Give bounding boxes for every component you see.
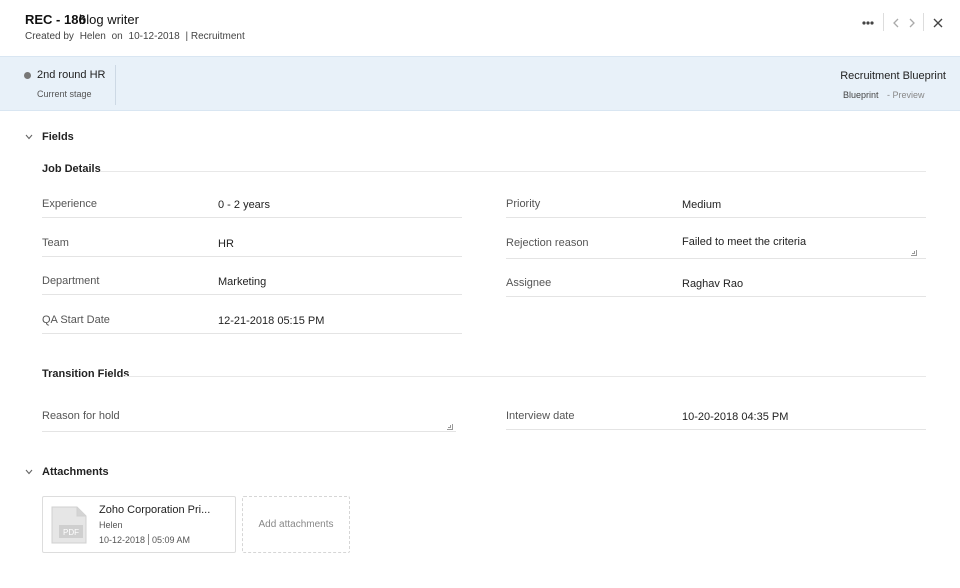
attachments-section-title: Attachments (42, 466, 109, 478)
field-underline (42, 431, 456, 432)
transition-fields-title: Transition Fields (42, 368, 130, 380)
attachment-name[interactable]: Zoho Corporation Pri... (99, 504, 210, 516)
record-title: blog writer (79, 12, 139, 27)
header-divider (923, 13, 924, 31)
experience-value[interactable]: 0 - 2 years (218, 199, 270, 211)
job-details-title: Job Details (42, 163, 101, 175)
field-underline (506, 258, 926, 259)
transition-fields-divider (124, 376, 926, 377)
stage-divider (115, 65, 116, 105)
team-value[interactable]: HR (218, 238, 234, 250)
next-record-button[interactable] (903, 14, 921, 32)
stage-status-dot (24, 72, 31, 79)
fields-collapse-toggle[interactable] (24, 132, 34, 142)
field-underline (506, 296, 926, 297)
record-meta: Created by Helen on 10-12-2018 | Recruit… (25, 31, 248, 42)
chevron-right-icon (909, 18, 915, 28)
pdf-type-label: PDF (63, 528, 79, 537)
chevron-down-icon (25, 469, 33, 475)
created-on-date: 10-12-2018 (128, 31, 180, 42)
job-details-divider (100, 171, 926, 172)
current-stage-caption: Current stage (37, 89, 92, 99)
chevron-down-icon (25, 134, 33, 140)
resize-handle-icon[interactable] (447, 424, 453, 430)
field-underline (42, 333, 462, 334)
module-name: | Recruitment (185, 31, 245, 42)
qa-start-date-label: QA Start Date (42, 314, 110, 326)
team-label: Team (42, 237, 69, 249)
rejection-reason-textarea[interactable]: Failed to meet the criteria (682, 236, 806, 248)
attachment-date: 10-12-2018 (99, 535, 146, 545)
interview-date-label: Interview date (506, 410, 575, 422)
header-divider (883, 13, 884, 31)
assignee-value[interactable]: Raghav Rao (682, 278, 743, 290)
field-underline (42, 294, 462, 295)
ellipsis-icon (862, 21, 874, 25)
record-header: REC - 186 blog writer Created by Helen o… (0, 0, 960, 56)
resize-handle-icon[interactable] (911, 250, 917, 256)
rejection-reason-label: Rejection reason (506, 237, 589, 249)
more-options-button[interactable] (859, 14, 877, 32)
attachments-collapse-toggle[interactable] (24, 467, 34, 477)
reason-for-hold-label: Reason for hold (42, 410, 120, 422)
field-underline (506, 217, 926, 218)
priority-label: Priority (506, 198, 541, 210)
blueprint-label: Blueprint (843, 90, 879, 100)
priority-value[interactable]: Medium (682, 199, 721, 211)
attachment-time: 05:09 AM (152, 535, 191, 545)
experience-label: Experience (42, 198, 98, 210)
fields-section-title: Fields (42, 131, 74, 143)
interview-date-value[interactable]: 10-20-2018 04:35 PM (682, 411, 788, 423)
department-value[interactable]: Marketing (218, 276, 266, 288)
stage-bar: 2nd round HR Current stage Recruitment B… (0, 56, 960, 111)
current-stage-name: 2nd round HR (37, 69, 106, 81)
created-by-label: Created by (25, 31, 74, 42)
attachment-card[interactable]: PDF Zoho Corporation Pri... Helen 10-12-… (42, 496, 236, 553)
qa-start-date-value[interactable]: 12-21-2018 05:15 PM (218, 315, 324, 327)
close-button[interactable] (929, 14, 947, 32)
close-icon (933, 18, 943, 28)
add-attachments-button[interactable]: Add attachments (242, 496, 350, 553)
department-label: Department (42, 275, 100, 287)
created-by-user[interactable]: Helen (80, 31, 106, 42)
record-id: REC - 186 (25, 12, 86, 27)
blueprint-name: Recruitment Blueprint (840, 70, 946, 82)
pdf-file-icon: PDF (51, 506, 87, 544)
created-on-label: on (111, 31, 123, 42)
attachment-meta-divider (148, 534, 149, 545)
assignee-label: Assignee (506, 277, 552, 289)
field-underline (42, 217, 462, 218)
attachment-owner: Helen (99, 520, 123, 530)
field-underline (506, 429, 926, 430)
field-underline (42, 256, 462, 257)
blueprint-preview-link[interactable]: - Preview (887, 90, 925, 100)
